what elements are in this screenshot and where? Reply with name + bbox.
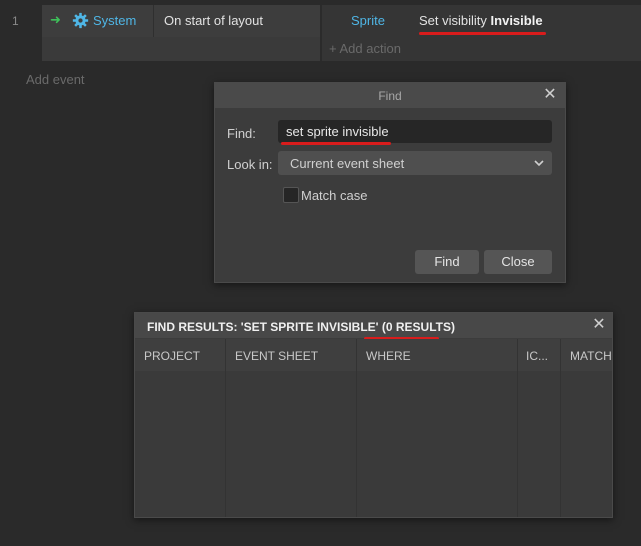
column-divider[interactable]	[225, 339, 226, 517]
add-event-link[interactable]: Add event	[26, 72, 85, 87]
match-case-label[interactable]: Match case	[301, 188, 367, 203]
find-results-panel: FIND RESULTS: 'SET SPRITE INVISIBLE' (0 …	[134, 312, 613, 518]
red-underline-annotation	[281, 142, 391, 145]
column-divider[interactable]	[356, 339, 357, 517]
column-header-project[interactable]: PROJECT	[144, 349, 200, 363]
condition-area: ➜ System On start of layout	[42, 5, 320, 61]
look-in-label: Look in:	[227, 157, 273, 172]
chevron-down-icon	[534, 160, 544, 167]
event-number: 1	[12, 14, 19, 28]
find-dialog: Find ✕ Find: Look in: Current event shee…	[214, 82, 566, 283]
find-results-title-prefix: FIND RESULTS: 'SET SPRITE INVISIBLE'	[147, 320, 382, 334]
match-case-checkbox[interactable]	[283, 187, 299, 203]
action-object-name[interactable]: Sprite	[351, 13, 385, 28]
find-button[interactable]: Find	[415, 250, 479, 274]
column-divider[interactable]	[517, 339, 518, 517]
find-dialog-title: Find	[378, 89, 402, 103]
column-header-where[interactable]: WHERE	[366, 349, 411, 363]
action-text-prefix: Set visibility	[419, 13, 491, 28]
red-underline-annotation	[419, 32, 546, 35]
find-results-count: (0 RESULTS)	[381, 320, 455, 334]
results-table-header: PROJECT EVENT SHEET WHERE IC... MATCH	[135, 339, 612, 371]
add-action-label: Add action	[339, 41, 401, 56]
condition-object-name[interactable]: System	[93, 13, 136, 28]
add-action-link[interactable]: + Add action	[329, 41, 401, 56]
column-header-event-sheet[interactable]: EVENT SHEET	[235, 349, 318, 363]
condition-text[interactable]: On start of layout	[164, 13, 263, 28]
event-sheet-view: 1 ➜ System On start of layout Sprite Set…	[0, 0, 641, 546]
event-block[interactable]: ➜ System On start of layout Sprite Set v…	[42, 5, 641, 61]
look-in-value: Current event sheet	[290, 156, 405, 171]
plus-icon: +	[329, 41, 340, 56]
find-label: Find:	[227, 126, 256, 141]
find-input[interactable]	[278, 120, 552, 143]
find-dialog-titlebar[interactable]: Find ✕	[215, 83, 565, 108]
action-text-param: Invisible	[490, 13, 543, 28]
column-header-match[interactable]: MATCH	[570, 349, 612, 363]
actions-divider	[320, 5, 322, 61]
action-text[interactable]: Set visibility Invisible	[419, 13, 543, 28]
results-table-body	[135, 371, 612, 517]
close-icon[interactable]: ✕	[590, 315, 608, 335]
find-results-titlebar[interactable]: FIND RESULTS: 'SET SPRITE INVISIBLE' (0 …	[135, 313, 612, 338]
column-divider[interactable]	[560, 339, 561, 517]
find-results-title: FIND RESULTS: 'SET SPRITE INVISIBLE' (0 …	[147, 320, 455, 334]
close-icon[interactable]: ✕	[541, 85, 559, 105]
column-header-icon[interactable]: IC...	[526, 349, 556, 363]
look-in-select[interactable]: Current event sheet	[278, 151, 552, 175]
gear-icon	[72, 12, 89, 29]
condition-divider	[153, 5, 154, 37]
trigger-arrow-icon: ➜	[50, 12, 61, 27]
condition-row[interactable]: ➜ System On start of layout	[42, 5, 320, 37]
close-button[interactable]: Close	[484, 250, 552, 274]
